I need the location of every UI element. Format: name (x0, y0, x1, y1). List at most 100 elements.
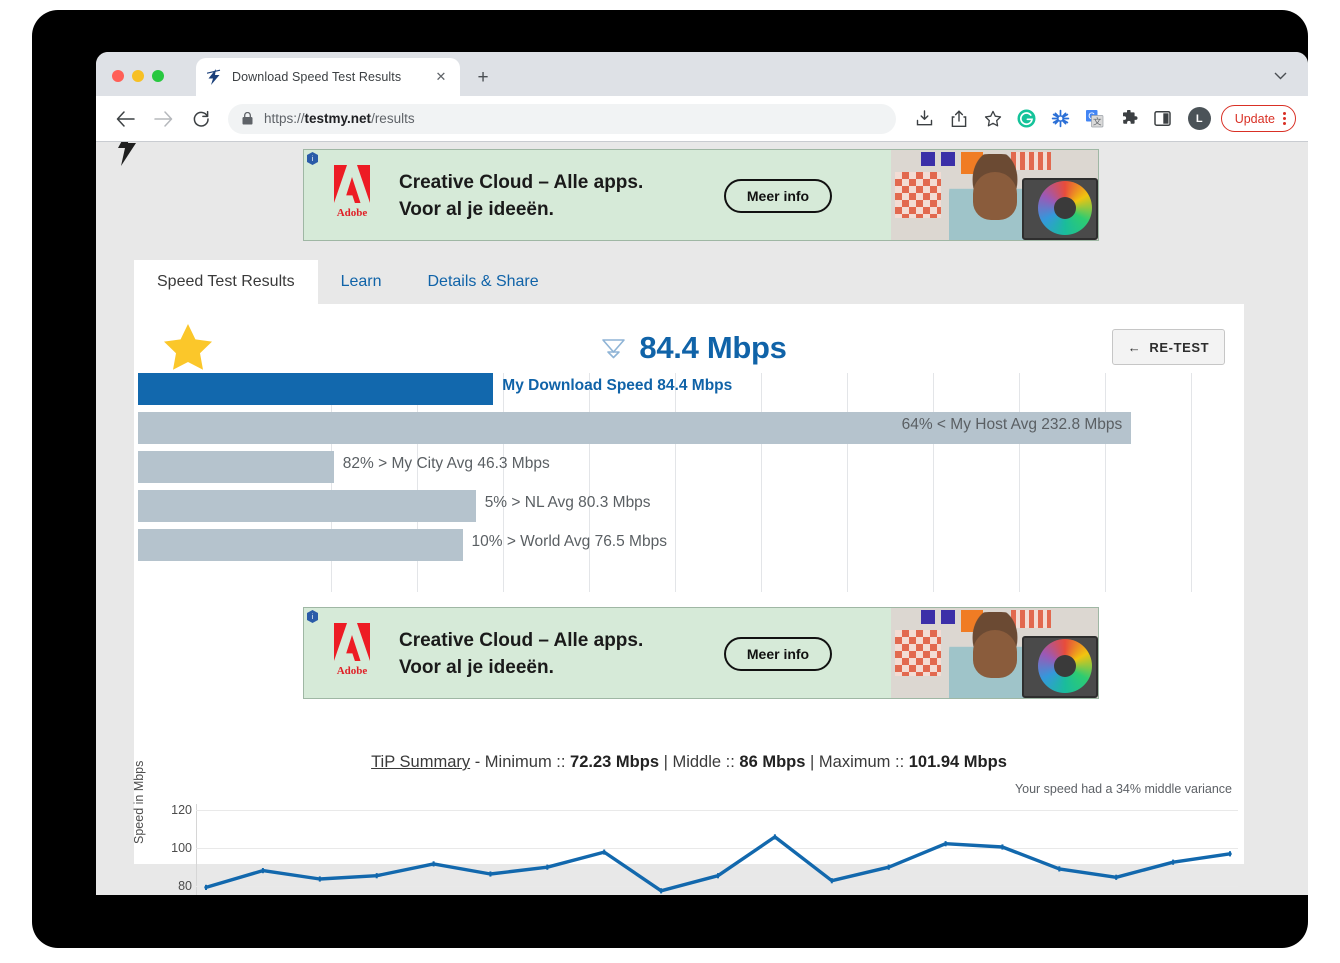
side-panel-icon[interactable] (1148, 104, 1178, 134)
window-minimize-button[interactable] (132, 70, 144, 82)
data-point-marker (944, 841, 947, 847)
google-translate-icon[interactable]: G 文 (1080, 104, 1110, 134)
page-viewport: i ▷ Adobe Creative Cloud – Alle apps. (96, 142, 1308, 895)
tab-label: Learn (340, 273, 382, 290)
data-point-marker (546, 864, 549, 870)
reload-button[interactable] (186, 104, 216, 134)
update-button-label: Update (1234, 111, 1275, 126)
results-card: 84.4 Mbps ← RE-TEST My Download Speed 84… (132, 304, 1244, 895)
line-chart-series (204, 834, 1232, 894)
bar-fill (138, 373, 494, 405)
browser-tab[interactable]: Download Speed Test Results ✕ (196, 58, 460, 96)
bar-fill (138, 490, 476, 522)
lightning-bolt-icon (206, 69, 223, 86)
tip-minimum-value: 72.23 Mbps (570, 753, 660, 771)
re-test-button[interactable]: ← RE-TEST (1112, 329, 1225, 365)
data-point-marker (603, 849, 606, 855)
adchoices-icon[interactable]: i (307, 152, 318, 165)
line-series-path (204, 835, 1232, 893)
download-speed-value: 84.4 Mbps (639, 330, 787, 365)
tip-sep-3: | Maximum :: (805, 753, 909, 771)
speed-over-time-line-chart: Speed in Mbps 120 100 80 60 (132, 761, 1244, 895)
browser-tab-strip: Download Speed Test Results ✕ + (96, 52, 1308, 96)
data-point-marker (318, 876, 321, 882)
tip-sep-2: | Middle :: (659, 753, 740, 771)
arrow-left-icon: ← (1127, 339, 1142, 355)
ad-headline-line2: Voor al je ideeën. (399, 656, 554, 678)
data-point-marker (489, 871, 492, 877)
asterisk-extension-icon[interactable] (1046, 104, 1076, 134)
tip-middle-value: 86 Mbps (739, 753, 806, 771)
ad-headline-line2: Voor al je ideeën. (399, 198, 554, 220)
ad-cta-button[interactable]: Meer info (724, 637, 832, 671)
new-tab-button[interactable]: + (470, 64, 496, 90)
ad-headline: Creative Cloud – Alle apps. Voor al je i… (399, 170, 643, 224)
data-point-marker (773, 834, 776, 840)
update-button[interactable]: Update (1220, 105, 1296, 132)
data-point-marker (432, 861, 435, 867)
avatar[interactable]: L (1187, 107, 1211, 130)
ad-advertiser-logo: Adobe (324, 621, 380, 677)
browser-tab-title: Download Speed Test Results (232, 70, 402, 84)
ad-headline-line1: Creative Cloud – Alle apps. (399, 172, 644, 193)
ad-banner-top[interactable]: i ▷ Adobe Creative Cloud – Alle apps. (303, 149, 1099, 241)
data-point-marker (1115, 874, 1118, 880)
share-icon[interactable] (944, 104, 974, 134)
install-download-icon[interactable] (910, 104, 940, 134)
bar-row-my-download-speed: My Download Speed 84.4 Mbps (134, 373, 1244, 405)
re-test-label: RE-TEST (1149, 339, 1210, 355)
tab-learn[interactable]: Learn (318, 260, 405, 304)
tab-speed-test-results[interactable]: Speed Test Results (134, 260, 318, 304)
data-point-marker (1229, 851, 1231, 857)
grammarly-icon[interactable] (1012, 104, 1042, 134)
chevron-down-icon[interactable] (1268, 64, 1292, 88)
address-bar[interactable]: https://testmy.net/results (228, 103, 896, 134)
ad-headline-line1: Creative Cloud – Alle apps. (399, 630, 644, 651)
favorite-star-icon[interactable] (162, 322, 214, 374)
address-bar-url: https://testmy.net/results (264, 111, 415, 126)
speed-headline: 84.4 Mbps (434, 330, 954, 366)
extensions-puzzle-icon[interactable] (1114, 104, 1144, 134)
tip-maximum-value: 101.94 Mbps (908, 753, 1007, 771)
ad-advertiser-name: Adobe (336, 665, 368, 677)
ad-advertiser-logo: Adobe (324, 163, 380, 219)
data-point-marker (261, 868, 264, 874)
tab-label: Details & Share (427, 273, 539, 290)
data-point-marker (1058, 866, 1061, 872)
browser-toolbar: https://testmy.net/results 文 L Update (96, 96, 1308, 142)
data-point-marker (830, 878, 833, 884)
bar-row-my-host-avg: 64% < My Host Avg 232.8 Mbps (134, 412, 1244, 444)
bookmark-star-icon[interactable] (978, 104, 1008, 134)
bar-label: My Download Speed 84.4 Mbps (502, 377, 733, 394)
ad-artwork (891, 608, 1098, 698)
tab-details-share[interactable]: Details & Share (404, 260, 561, 304)
back-button[interactable] (110, 104, 140, 134)
browser-menu-icon[interactable] (1283, 112, 1286, 125)
device-frame: Download Speed Test Results ✕ + https://… (32, 10, 1308, 948)
forward-button[interactable] (148, 104, 178, 134)
window-close-button[interactable] (112, 70, 124, 82)
ad-cta-button[interactable]: Meer info (724, 179, 832, 213)
ad-artwork (891, 150, 1098, 240)
ad-headline: Creative Cloud – Alle apps. Voor al je i… (399, 628, 643, 682)
close-icon[interactable]: ✕ (432, 68, 450, 86)
bar-label: 5% > NL Avg 80.3 Mbps (484, 494, 651, 511)
ad-banner-middle[interactable]: i ▷ Adobe Creative Cloud – Alle apps. (303, 607, 1099, 699)
window-maximize-button[interactable] (152, 70, 164, 82)
bar-row-nl-avg: 5% > NL Avg 80.3 Mbps (134, 490, 1244, 522)
tip-summary: TiP Summary - Minimum :: 72.23 Mbps | Mi… (134, 753, 1244, 772)
data-point-marker (660, 888, 663, 894)
adchoices-icon[interactable]: i (307, 610, 318, 623)
bar-fill (138, 451, 334, 483)
browser-window: Download Speed Test Results ✕ + https://… (96, 52, 1308, 895)
bar-row-my-city-avg: 82% > My City Avg 46.3 Mbps (134, 451, 1244, 483)
data-point-marker (887, 864, 890, 870)
variance-note: Your speed had a 34% middle variance (1014, 782, 1232, 796)
data-point-marker (375, 873, 378, 879)
data-point-marker (717, 873, 719, 879)
toolbar-actions: G 文 L Upd (906, 104, 1308, 134)
tip-summary-link[interactable]: TiP Summary (371, 753, 470, 771)
data-point-marker (205, 884, 207, 890)
results-tab-bar: Speed Test Results Learn Details & Share (134, 260, 1244, 304)
bar-row-world-avg: 10% > World Avg 76.5 Mbps (134, 529, 1244, 561)
